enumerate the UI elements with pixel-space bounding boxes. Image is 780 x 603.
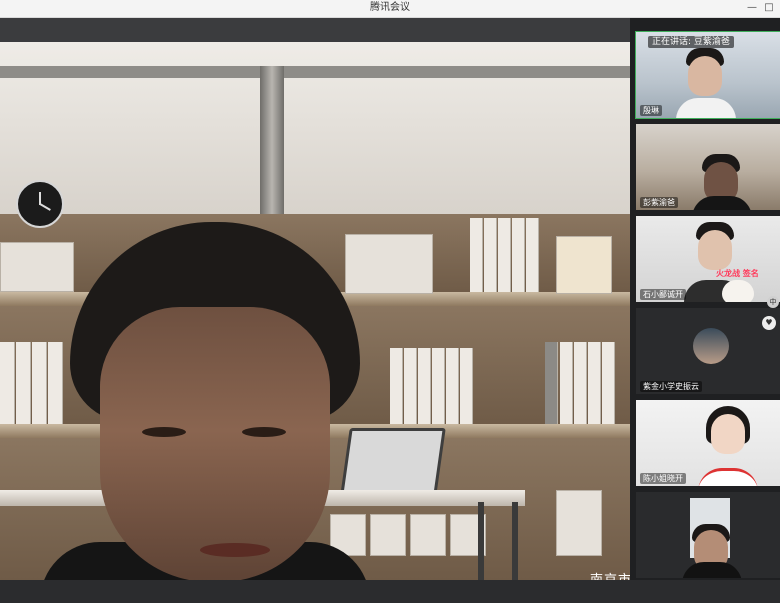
minimize-button[interactable]: — (745, 1, 759, 15)
meeting-window: 腾讯会议 — □ 正在讲话: 豆紫渝爸 殷琳 彭紫渝爸 火龙战 签名 石小鄙诚开… (0, 0, 780, 603)
book (560, 342, 573, 424)
participant-name: 陈小姐晓开 (640, 473, 686, 484)
book (446, 348, 459, 424)
participant-name: 殷琳 (640, 105, 662, 116)
book (470, 218, 483, 292)
top-toolbar (0, 18, 630, 42)
book (512, 218, 525, 292)
participant-tile[interactable]: 正在讲话: 豆紫渝爸 殷琳 (635, 31, 780, 119)
book (545, 342, 558, 424)
book (32, 342, 47, 424)
participant-face (698, 230, 732, 270)
participant-face (688, 56, 722, 96)
book-stack (556, 236, 612, 294)
storage-box (556, 490, 602, 556)
book (484, 218, 497, 292)
book (432, 348, 445, 424)
language-toggle-button[interactable]: 中 (767, 296, 779, 308)
main-video[interactable] (0, 42, 630, 580)
book (526, 218, 539, 292)
storage-box (370, 514, 406, 556)
participant-face (711, 414, 745, 454)
book (48, 342, 63, 424)
heart-icon[interactable]: ♥ (762, 316, 776, 330)
participant-avatar (693, 328, 729, 364)
speaker-eye (242, 427, 286, 437)
participant-name: 彭紫渝爸 (640, 197, 678, 208)
participant-tile[interactable]: 彭紫渝爸 (636, 124, 780, 210)
restore-button[interactable]: □ (762, 1, 776, 15)
participant-tile[interactable]: 紫金小学史振云 (636, 308, 780, 394)
book (588, 342, 601, 424)
desk-leg (512, 502, 518, 580)
speaker-mouth (200, 543, 270, 557)
book (602, 342, 615, 424)
speaker-person (70, 222, 360, 580)
storage-box (410, 514, 446, 556)
participant-body (682, 562, 742, 578)
book (574, 342, 587, 424)
title-bar: 腾讯会议 — □ (0, 0, 780, 18)
participant-sidebar[interactable]: 正在讲话: 豆紫渝爸 殷琳 彭紫渝爸 火龙战 签名 石小鄙诚开 紫金小学史振云 (630, 18, 780, 580)
bottom-bar (0, 580, 780, 603)
participant-tile[interactable]: 陈小姐晓开 (636, 400, 780, 486)
speaker-face (100, 307, 330, 580)
book (16, 342, 31, 424)
participant-tile[interactable] (636, 492, 780, 578)
book (460, 348, 473, 424)
book (404, 348, 417, 424)
book (418, 348, 431, 424)
book (390, 348, 403, 424)
speaker-eye (142, 427, 186, 437)
sticker-text: 火龙战 签名 (716, 269, 759, 278)
desk-leg (478, 502, 484, 580)
participant-name: 石小鄙诚开 (640, 289, 686, 300)
clock (16, 180, 64, 228)
ceiling-rail (0, 66, 630, 78)
storage-box (0, 242, 74, 292)
cat-sticker (722, 280, 754, 302)
app-title: 腾讯会议 (370, 2, 410, 13)
speaking-indicator: 正在讲话: 豆紫渝爸 (648, 36, 734, 48)
participant-tile[interactable]: 火龙战 签名 石小鄙诚开 (636, 216, 780, 302)
book (0, 342, 15, 424)
book (498, 218, 511, 292)
participant-name: 紫金小学史振云 (640, 381, 702, 392)
